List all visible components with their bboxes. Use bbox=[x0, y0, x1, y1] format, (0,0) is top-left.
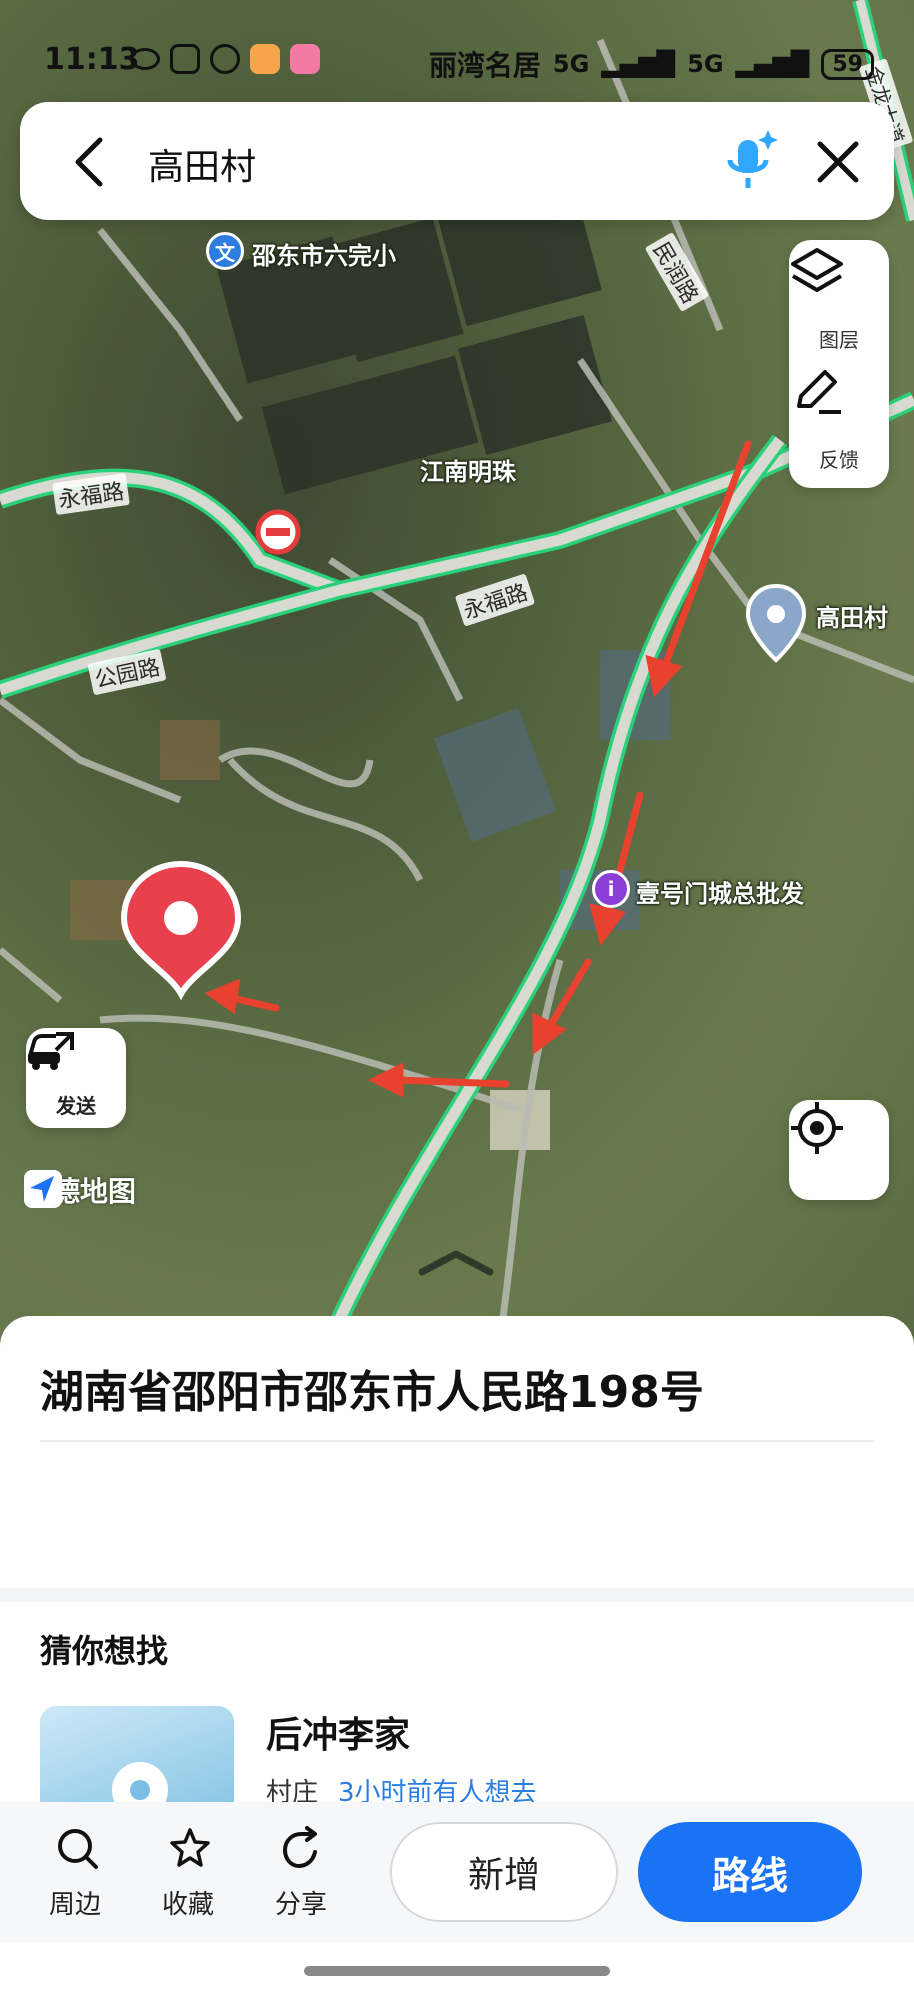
share-button[interactable]: 分享 bbox=[256, 1826, 346, 1926]
suggestion-name[interactable]: 后冲李家 bbox=[266, 1706, 410, 1758]
alarm-icon bbox=[210, 44, 240, 74]
add-button[interactable]: 新增 bbox=[390, 1822, 618, 1922]
app-orange-icon bbox=[250, 44, 280, 74]
section-separator bbox=[0, 1588, 914, 1602]
market-label[interactable]: 壹号门城总批发 bbox=[636, 874, 804, 909]
shop-poi-icon[interactable]: i bbox=[592, 870, 630, 908]
search-query[interactable]: 高田村 bbox=[148, 138, 256, 190]
microphone-icon bbox=[727, 130, 778, 188]
suggestions-title: 猜你想找 bbox=[40, 1632, 169, 1670]
clear-search-button[interactable] bbox=[806, 130, 870, 194]
pencil-icon bbox=[797, 370, 841, 414]
close-icon bbox=[817, 141, 859, 183]
bottom-action-bar: 周边 收藏 分享 新增 路线 bbox=[0, 1802, 914, 1942]
star-icon bbox=[170, 1828, 210, 1867]
carrier-text: 丽湾名居 bbox=[428, 49, 541, 82]
search-icon bbox=[58, 1829, 98, 1869]
back-arrow-icon bbox=[75, 137, 103, 187]
divider bbox=[40, 1440, 874, 1442]
favorite-button[interactable]: 收藏 bbox=[143, 1826, 233, 1926]
app-bilibili-icon bbox=[290, 44, 320, 74]
no-entry-icon bbox=[255, 509, 301, 555]
locate-button[interactable] bbox=[789, 1100, 889, 1200]
back-button[interactable] bbox=[60, 132, 120, 192]
locate-icon bbox=[791, 1102, 843, 1154]
status-time: 11:13 bbox=[44, 42, 140, 77]
status-app-icons bbox=[130, 44, 320, 74]
battery-icon: 59 bbox=[821, 48, 874, 80]
village-label[interactable]: 高田村 bbox=[816, 598, 888, 633]
search-bar[interactable]: 高田村 bbox=[20, 102, 894, 220]
nfc-icon bbox=[170, 44, 200, 74]
estate-label[interactable]: 江南明珠 bbox=[420, 452, 516, 487]
layers-button[interactable]: 图层 bbox=[789, 244, 889, 364]
amap-logo-icon bbox=[24, 1170, 62, 1208]
eye-icon bbox=[130, 48, 160, 70]
signal-icon-2: ▂▄▆█ bbox=[735, 50, 810, 78]
network-label-2: 5G bbox=[687, 50, 724, 78]
favorite-label: 收藏 bbox=[161, 1890, 214, 1920]
car-send-icon bbox=[28, 1032, 74, 1070]
status-bar: 11:13 丽湾名居 5G ▂▄▆█ 5G ▂▄▆█ 59 bbox=[0, 0, 914, 96]
nearby-button[interactable]: 周边 bbox=[30, 1826, 120, 1926]
amap-brand: 高德地图 bbox=[24, 1170, 136, 1210]
status-right: 丽湾名居 5G ▂▄▆█ 5G ▂▄▆█ 59 bbox=[429, 44, 874, 84]
route-button[interactable]: 路线 bbox=[638, 1822, 862, 1922]
nearby-label: 周边 bbox=[48, 1890, 101, 1920]
place-address: 湖南省邵阳市邵东市人民路198号 bbox=[40, 1367, 704, 1418]
send-to-car-button[interactable]: 发送 bbox=[26, 1028, 126, 1128]
share-icon bbox=[282, 1826, 317, 1869]
layers-label: 图层 bbox=[819, 328, 859, 352]
school-poi-label[interactable]: 邵东市六完小 bbox=[252, 236, 396, 271]
send-label: 发送 bbox=[56, 1094, 96, 1118]
home-indicator[interactable] bbox=[304, 1966, 610, 1976]
school-poi-icon[interactable]: 文 bbox=[206, 232, 244, 270]
feedback-button[interactable]: 反馈 bbox=[789, 364, 889, 484]
signal-icon: ▂▄▆█ bbox=[601, 50, 676, 78]
layers-icon bbox=[791, 248, 843, 292]
voice-search-button[interactable] bbox=[720, 126, 780, 196]
network-label: 5G bbox=[552, 50, 590, 78]
feedback-label: 反馈 bbox=[819, 448, 859, 472]
share-label: 分享 bbox=[274, 1890, 327, 1920]
map-tool-panel: 图层 反馈 bbox=[789, 240, 889, 488]
